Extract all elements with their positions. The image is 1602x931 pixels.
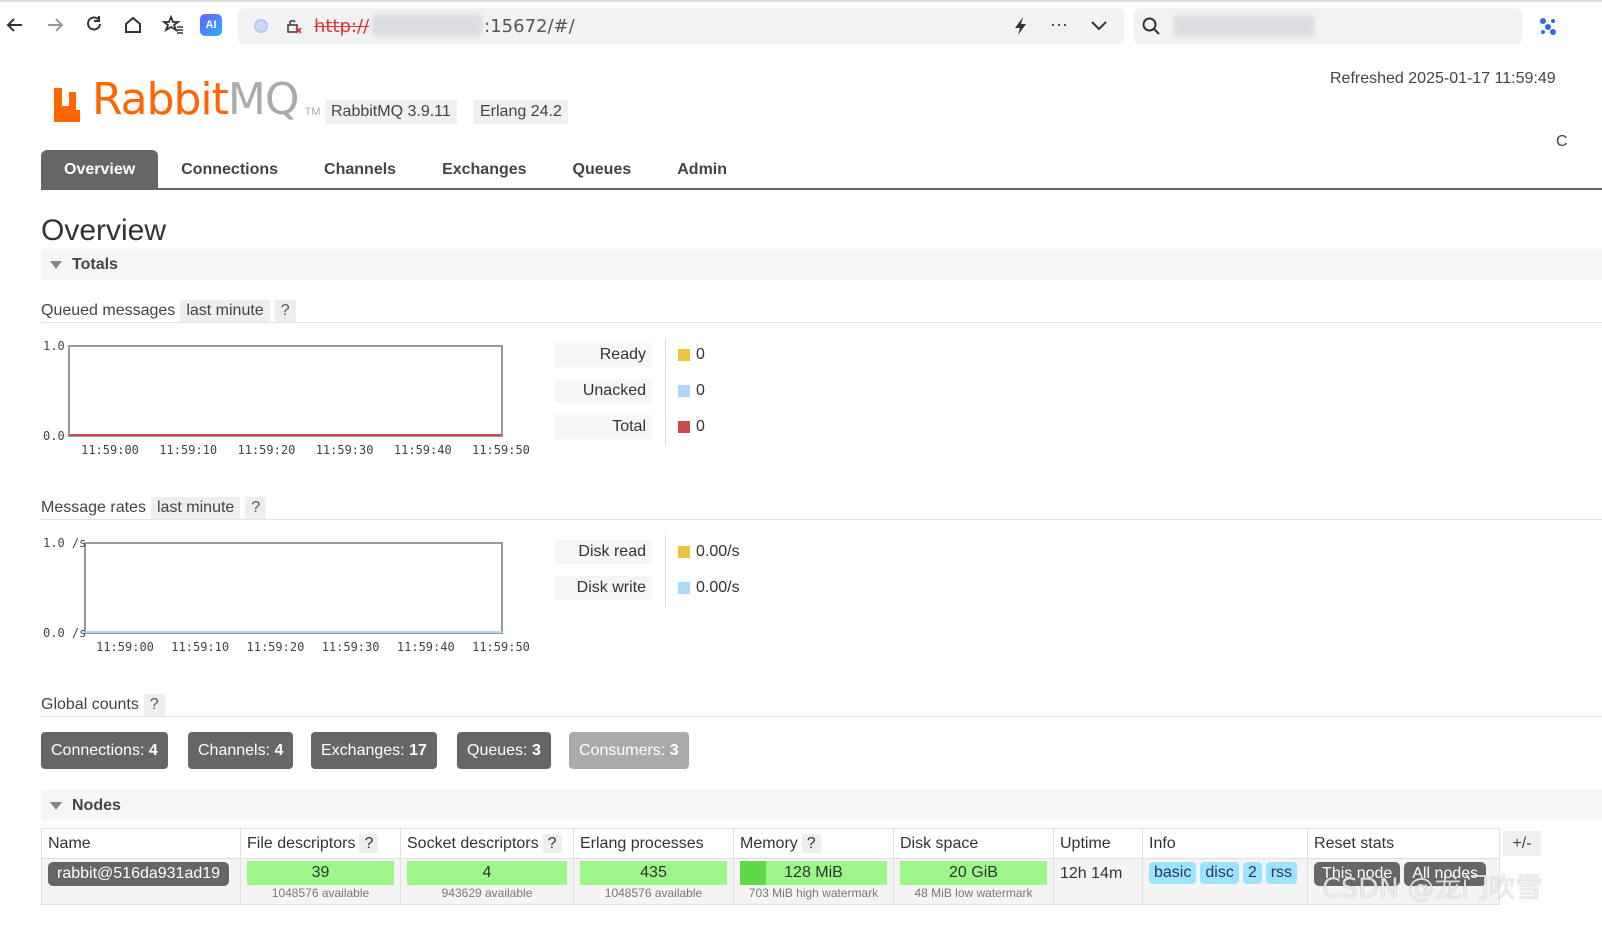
col-info: Info [1141, 828, 1309, 859]
legend-disk-write-value: 0.00/s [678, 576, 740, 600]
legend-ready-value: 0 [678, 343, 705, 367]
legend-disk-read: Disk read [555, 540, 652, 564]
cell-uptime: 12h 14m [1053, 858, 1143, 905]
col-uptime: Uptime [1053, 828, 1143, 859]
help-button[interactable]: ? [359, 833, 379, 853]
cell-erlang-processes: 435 1048576 available [573, 858, 734, 905]
disk-space-watermark: 48 MiB low watermark [914, 886, 1033, 900]
cell-memory: 128 MiB 703 MiB high watermark [733, 858, 894, 905]
nodes-table: Name File descriptors? Socket descriptor… [41, 828, 1501, 905]
tab-admin[interactable]: Admin [654, 150, 750, 189]
redacted-search [1174, 15, 1314, 37]
legend-unacked: Unacked [555, 379, 652, 403]
cell-file-descriptors: 39 1048576 available [240, 858, 401, 905]
erlang-processes-bar: 435 [580, 861, 727, 885]
global-counts-header: Global counts ? [41, 694, 165, 716]
memory-bar: 128 MiB [740, 861, 887, 885]
unacked-value: 0 [696, 382, 705, 399]
table-header-row: Name File descriptors? Socket descriptor… [41, 828, 1501, 859]
nodes-section-toggle[interactable]: Nodes [41, 790, 1602, 821]
search-icon [1142, 17, 1160, 40]
legend-total: Total [555, 415, 652, 439]
disk-space-bar: 20 GiB [900, 861, 1047, 885]
col-erlang-processes: Erlang processes [573, 828, 734, 859]
file-descriptors-bar: 39 [247, 861, 394, 885]
table-row: rabbit@516da931ad19 39 1048576 available… [41, 858, 1501, 905]
disk-write-swatch [678, 582, 690, 594]
collapse-triangle-icon [50, 801, 62, 810]
col-file-descriptors: File descriptors? [240, 828, 401, 859]
col-socket-descriptors: Socket descriptors? [400, 828, 574, 859]
divider [41, 716, 1602, 717]
x-tick-label: 11:59:20 [247, 640, 305, 654]
global-counts-label: Global counts [41, 696, 139, 713]
message-rates-chart: 0.0 /s 1.0 /s 11:59:00 11:59:10 11:59:20 11:5… [43, 536, 530, 654]
channels-count-button[interactable]: Channels: 4 [188, 732, 294, 769]
refreshed-timestamp: Refreshed 2025-01-17 11:59:49 [1330, 70, 1556, 87]
browser-search-bar[interactable] [1134, 8, 1522, 44]
legend-total-value: 0 [678, 415, 705, 439]
legend-disk-write: Disk write [555, 576, 652, 600]
legend-unacked-value: 0 [678, 379, 705, 403]
tab-queues[interactable]: Queues [550, 150, 655, 189]
cell-info: basic disc 2 rss [1141, 858, 1309, 905]
consumers-count-button[interactable]: Consumers: 3 [569, 732, 689, 769]
queues-count-button[interactable]: Queues: 3 [457, 732, 551, 769]
memory-watermark: 703 MiB high watermark [748, 886, 879, 900]
col-name: Name [41, 828, 241, 859]
lightning-icon[interactable] [1012, 16, 1030, 41]
info-tag-disc: disc [1200, 862, 1239, 884]
ready-swatch [678, 349, 690, 361]
cell-disk-space: 20 GiB 48 MiB low watermark [893, 858, 1054, 905]
ready-value: 0 [696, 346, 705, 363]
global-counts-help-button[interactable]: ? [143, 694, 165, 716]
info-tag-rss: rss [1265, 862, 1298, 884]
nodes-title: Nodes [72, 796, 121, 814]
csdn-watermark: CSDN @龙门吹雪 [1322, 873, 1543, 904]
plot-area [84, 542, 503, 634]
total-value: 0 [696, 418, 705, 435]
unacked-swatch [678, 385, 690, 397]
connections-count-button[interactable]: Connections: 4 [41, 732, 168, 769]
socket-descriptors-available: 943629 available [441, 886, 533, 900]
cell-socket-descriptors: 4 943629 available [400, 858, 574, 905]
cell-node-name: rabbit@516da931ad19 [41, 858, 241, 905]
legend-disk-read-value: 0.00/s [678, 540, 740, 564]
y-tick-label: 1.0 /s [43, 536, 86, 550]
uptime-value: 12h 14m [1060, 865, 1123, 882]
extension-icon[interactable] [1537, 15, 1559, 42]
legend-divider [665, 535, 666, 607]
more-icon[interactable]: ··· [1050, 14, 1068, 35]
info-tag-count: 2 [1242, 862, 1262, 884]
disk-read-value: 0.00/s [696, 543, 740, 560]
disk-write-value: 0.00/s [696, 579, 740, 596]
col-memory: Memory? [733, 828, 894, 859]
socket-descriptors-bar: 4 [407, 861, 567, 885]
legend-ready: Ready [555, 343, 652, 367]
x-tick-label: 11:59:00 [96, 640, 154, 654]
info-tag-basic: basic [1149, 862, 1197, 884]
cluster-label-truncated: C [1556, 133, 1568, 150]
col-reset-stats: Reset stats [1307, 828, 1501, 859]
chevron-down-icon[interactable] [1090, 18, 1108, 39]
legend-divider [665, 338, 666, 446]
x-tick-label: 11:59:50 [472, 640, 530, 654]
erlang-processes-available: 1048576 available [604, 886, 703, 900]
file-descriptors-available: 1048576 available [271, 886, 370, 900]
columns-toggle-button[interactable]: +/- [1503, 831, 1541, 856]
exchanges-count-button[interactable]: Exchanges: 17 [311, 732, 437, 769]
disk-read-swatch [678, 546, 690, 558]
memory-used-fill [740, 861, 767, 885]
y-tick-label: 0.0 /s [43, 626, 86, 640]
help-button[interactable]: ? [542, 833, 562, 853]
x-tick-label: 11:59:30 [322, 640, 380, 654]
total-swatch [678, 421, 690, 433]
col-disk-space: Disk space [893, 828, 1054, 859]
x-tick-label: 11:59:40 [397, 640, 455, 654]
help-button[interactable]: ? [801, 833, 821, 853]
node-name-link[interactable]: rabbit@516da931ad19 [48, 862, 230, 886]
x-tick-label: 11:59:10 [171, 640, 229, 654]
